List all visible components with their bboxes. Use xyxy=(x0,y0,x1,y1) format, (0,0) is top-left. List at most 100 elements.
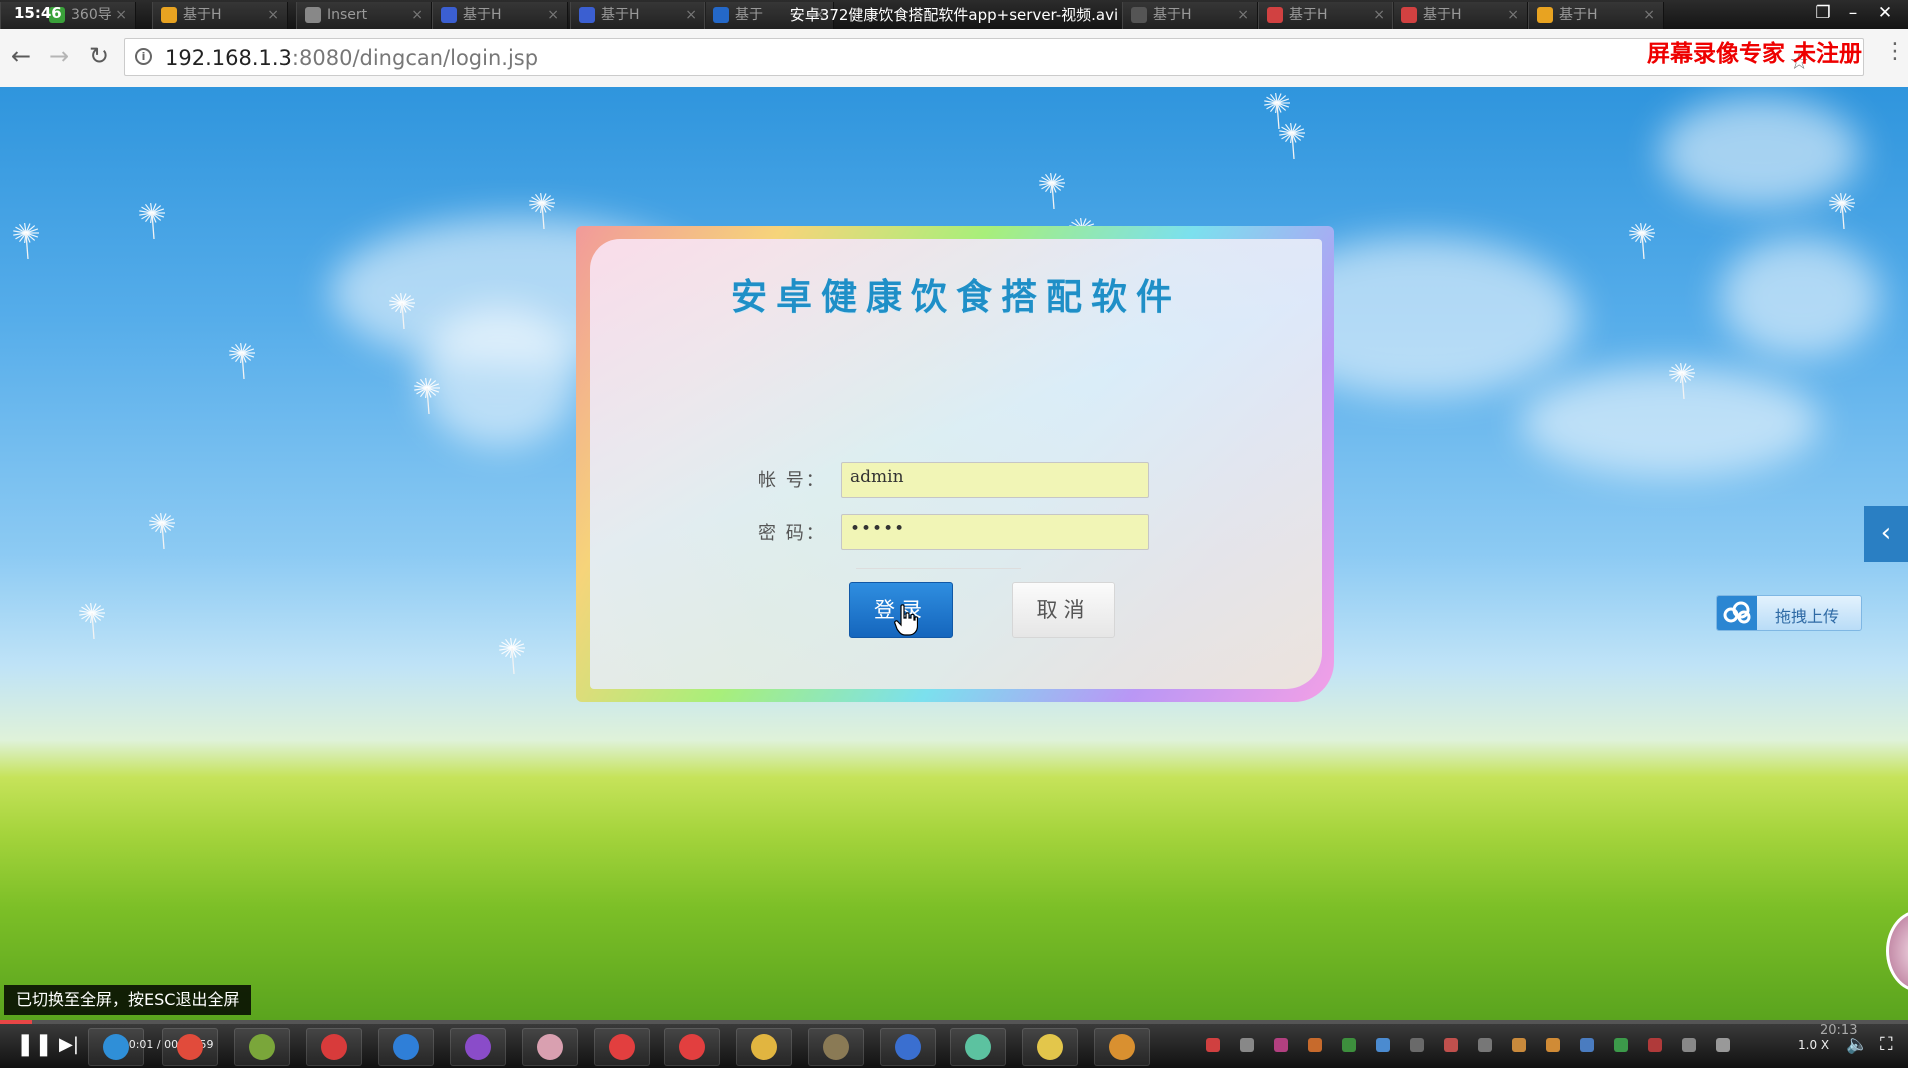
taskbar-app-icon[interactable] xyxy=(88,1028,144,1066)
url-host: 192.168.1.3 xyxy=(165,46,292,70)
taskbar-app-icon[interactable] xyxy=(306,1028,362,1066)
browser-tab[interactable]: 基于 × xyxy=(704,2,834,29)
tab-label: Insert xyxy=(327,7,368,23)
account-input[interactable]: admin xyxy=(841,462,1149,498)
tray-icon[interactable] xyxy=(1206,1038,1220,1052)
tab-close-icon[interactable]: × xyxy=(411,2,423,29)
taskbar-app-icon[interactable] xyxy=(1022,1028,1078,1066)
side-panel-toggle[interactable]: ‹ xyxy=(1864,506,1908,562)
tab-label: 基于H xyxy=(183,7,222,23)
taskbar-app-icon[interactable] xyxy=(1094,1028,1150,1066)
browser-tab[interactable]: 基于H × xyxy=(432,2,568,29)
tray-icon[interactable] xyxy=(1240,1038,1254,1052)
dandelion-seed xyxy=(1629,223,1655,260)
divider xyxy=(856,568,1021,569)
app-glyph-icon xyxy=(609,1034,635,1060)
taskbar-app-icon[interactable] xyxy=(664,1028,720,1066)
fullscreen-icon[interactable]: ⛶ xyxy=(1880,1034,1893,1055)
browser-tab[interactable]: 基于H × xyxy=(1122,2,1258,29)
app-glyph-icon xyxy=(1109,1034,1135,1060)
dandelion-seed xyxy=(1669,363,1695,400)
tab-label: 基于 xyxy=(735,7,763,23)
tray-icon[interactable] xyxy=(1614,1038,1628,1052)
tab-close-icon[interactable]: × xyxy=(1373,2,1385,29)
tab-label: 基于H xyxy=(1153,7,1192,23)
reload-icon[interactable]: ↻ xyxy=(84,42,114,70)
tray-icon[interactable] xyxy=(1512,1038,1526,1052)
app-glyph-icon xyxy=(249,1034,275,1060)
next-icon[interactable]: ▶| xyxy=(54,1034,84,1055)
close-window-icon[interactable]: ✕ xyxy=(1870,3,1900,23)
tab-favicon-icon xyxy=(1131,7,1147,23)
tray-icon[interactable] xyxy=(1580,1038,1594,1052)
taskbar-app-icon[interactable] xyxy=(736,1028,792,1066)
browser-tab[interactable]: 基于H × xyxy=(1258,2,1394,29)
password-input[interactable]: ••••• xyxy=(841,514,1149,550)
playback-speed[interactable]: 1.0 X xyxy=(1798,1038,1829,1052)
tab-close-icon[interactable]: × xyxy=(547,2,559,29)
dandelion-seed xyxy=(149,513,175,550)
tray-icon[interactable] xyxy=(1274,1038,1288,1052)
cancel-button[interactable]: 取消 xyxy=(1012,582,1115,638)
info-icon[interactable]: i xyxy=(135,48,152,65)
app-glyph-icon xyxy=(965,1034,991,1060)
tab-favicon-icon xyxy=(305,7,321,23)
tab-close-icon[interactable]: × xyxy=(685,2,697,29)
dandelion-seed xyxy=(1829,193,1855,230)
tab-label: 基于H xyxy=(1559,7,1598,23)
tab-close-icon[interactable]: × xyxy=(115,2,127,29)
taskbar-app-icon[interactable] xyxy=(522,1028,578,1066)
taskbar-app-icon[interactable] xyxy=(808,1028,864,1066)
forward-arrow-icon[interactable]: → xyxy=(44,42,74,70)
menu-dots-icon[interactable]: ⋮ xyxy=(1884,39,1906,64)
tray-icon[interactable] xyxy=(1308,1038,1322,1052)
browser-tab[interactable]: 基于H × xyxy=(1528,2,1664,29)
drag-upload-button[interactable]: 拖拽上传 xyxy=(1716,595,1862,631)
tray-icon[interactable] xyxy=(1444,1038,1458,1052)
minimize-window-icon[interactable]: – xyxy=(1838,3,1868,23)
app-glyph-icon xyxy=(103,1034,129,1060)
taskbar-app-icon[interactable] xyxy=(378,1028,434,1066)
tray-icon[interactable] xyxy=(1648,1038,1662,1052)
url-path: :8080/dingcan/login.jsp xyxy=(291,46,539,70)
tray-icon[interactable] xyxy=(1716,1038,1730,1052)
taskbar-app-icon[interactable] xyxy=(594,1028,650,1066)
browser-tab[interactable]: 基于H × xyxy=(1392,2,1528,29)
tray-icon[interactable] xyxy=(1478,1038,1492,1052)
url-text: 192.168.1.3:8080/dingcan/login.jsp xyxy=(165,46,538,70)
player-taskbar: ❚❚ ▶| 00:00:01 / 00:00:59 20:13 1.0 X 🔈 … xyxy=(0,1023,1908,1068)
app-title: 安卓健康饮食搭配软件 xyxy=(730,276,1181,318)
browser-tab[interactable]: 基于H × xyxy=(570,2,706,29)
tab-close-icon[interactable]: × xyxy=(1507,2,1519,29)
tab-label: 基于H xyxy=(1289,7,1328,23)
restore-window-icon[interactable]: ❐ xyxy=(1808,3,1838,23)
browser-tab[interactable]: 基于H × xyxy=(152,2,288,29)
tab-label: 基于H xyxy=(601,7,640,23)
tray-icon[interactable] xyxy=(1342,1038,1356,1052)
dandelion-seed xyxy=(139,203,165,240)
taskbar-app-icon[interactable] xyxy=(950,1028,1006,1066)
dandelion-seed xyxy=(229,343,255,380)
tray-icon[interactable] xyxy=(1546,1038,1560,1052)
tab-label: 基于H xyxy=(1423,7,1462,23)
pause-icon[interactable]: ❚❚ xyxy=(16,1032,53,1057)
tray-icon[interactable] xyxy=(1410,1038,1424,1052)
taskbar-app-icon[interactable] xyxy=(880,1028,936,1066)
tray-icon[interactable] xyxy=(1682,1038,1696,1052)
fullscreen-toast: 已切换至全屏，按ESC退出全屏 xyxy=(4,985,252,1015)
taskbar-app-icon[interactable] xyxy=(162,1028,218,1066)
taskbar-app-icon[interactable] xyxy=(234,1028,290,1066)
app-glyph-icon xyxy=(537,1034,563,1060)
tab-close-icon[interactable]: × xyxy=(1643,2,1655,29)
tab-close-icon[interactable]: × xyxy=(813,2,825,29)
back-arrow-icon[interactable]: ← xyxy=(6,42,36,70)
dandelion-seed xyxy=(414,378,440,415)
taskbar-app-icon[interactable] xyxy=(450,1028,506,1066)
tray-icon[interactable] xyxy=(1376,1038,1390,1052)
volume-icon[interactable]: 🔈 xyxy=(1846,1034,1868,1055)
address-input[interactable]: i 192.168.1.3:8080/dingcan/login.jsp ☆ xyxy=(124,38,1864,76)
tab-close-icon[interactable]: × xyxy=(1237,2,1249,29)
tab-close-icon[interactable]: × xyxy=(267,2,279,29)
browser-tab[interactable]: Insert × xyxy=(296,2,432,29)
dandelion-seed xyxy=(1039,173,1065,210)
